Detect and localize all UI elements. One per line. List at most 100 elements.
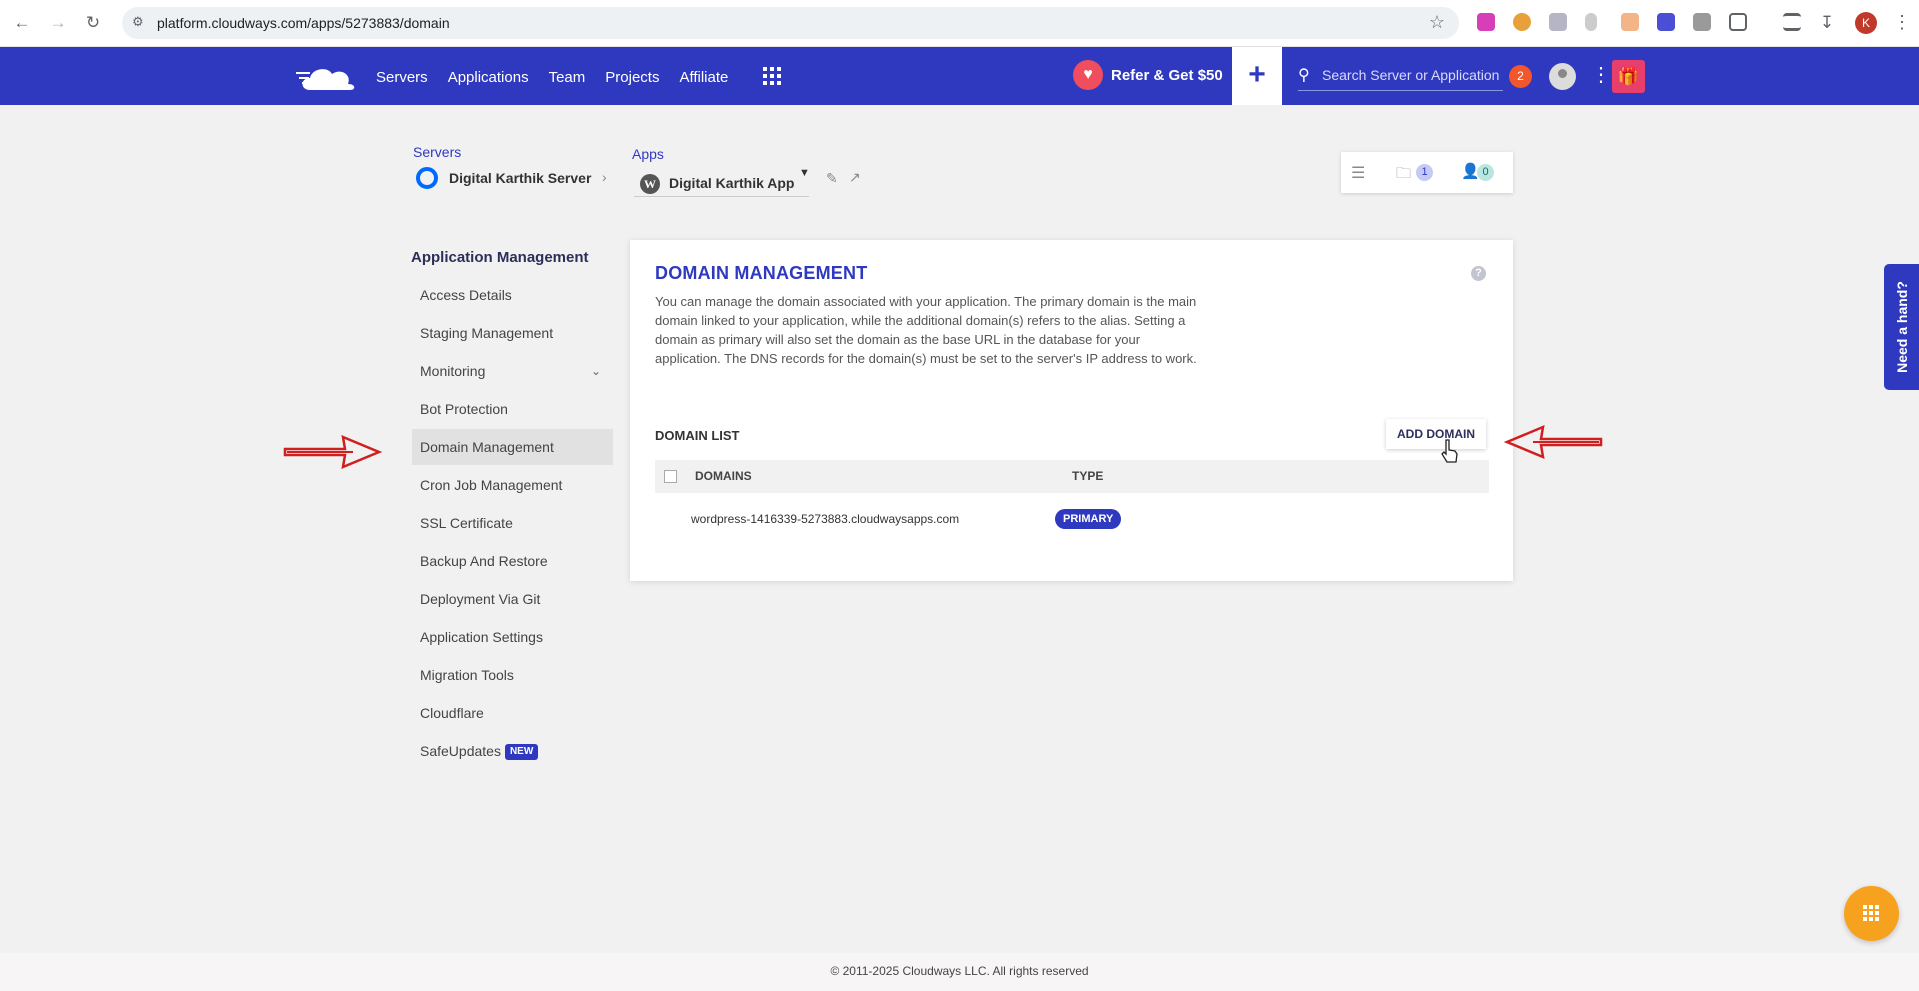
sidebar-item-cloudflare[interactable]: Cloudflare [412, 695, 613, 731]
browser-toolbar: ← → ↻ ⚙ platform.cloudways.com/apps/5273… [0, 0, 1919, 47]
sidebar-item-migration-tools[interactable]: Migration Tools [412, 657, 613, 693]
server-name[interactable]: Digital Karthik Server [449, 170, 591, 186]
nav-affiliate[interactable]: Affiliate [679, 69, 728, 86]
need-a-hand-label: Need a hand? [1893, 281, 1910, 373]
download-icon[interactable]: ↧ [1816, 12, 1838, 34]
sidebar-item-ssl-certificate[interactable]: SSL Certificate [412, 505, 613, 541]
table-header: DOMAINS TYPE [655, 460, 1489, 493]
app-name[interactable]: Digital Karthik App [669, 175, 795, 191]
sidebar-item-label: SafeUpdates [420, 743, 501, 759]
page-title: DOMAIN MANAGEMENT [655, 263, 868, 283]
extension-icon[interactable] [1513, 13, 1531, 31]
folder-icon[interactable]: 🗀 [1396, 163, 1411, 188]
sidebar-item-label: Domain Management [420, 439, 554, 455]
nav-projects[interactable]: Projects [605, 69, 659, 86]
page-description: You can manage the domain associated wit… [655, 294, 1197, 366]
sidebar-item-access-details[interactable]: Access Details [412, 277, 613, 313]
copyright-text: © 2011-2025 Cloudways LLC. All rights re… [830, 964, 1089, 978]
sidebar-item-application-settings[interactable]: Application Settings [412, 619, 613, 655]
column-domains: DOMAINS [695, 469, 752, 483]
sidebar-item-label: Access Details [420, 287, 512, 303]
edit-pencil-icon[interactable]: ✎ [826, 170, 838, 187]
bookmark-star-icon[interactable]: ☆ [1429, 12, 1445, 33]
extension-icon[interactable] [1657, 13, 1675, 31]
reload-icon[interactable]: ↻ [82, 12, 104, 34]
camera-icon[interactable] [1693, 13, 1711, 31]
nav-servers[interactable]: Servers [376, 69, 428, 86]
address-bar[interactable]: ⚙ platform.cloudways.com/apps/5273883/do… [122, 7, 1459, 39]
extension-icon[interactable] [1477, 13, 1495, 31]
domain-name: wordpress-1416339-5273883.cloudwaysapps.… [691, 512, 960, 526]
sidebar-item-monitoring[interactable]: Monitoring ⌄ [412, 353, 613, 389]
sidebar-item-staging-management[interactable]: Staging Management [412, 315, 613, 351]
apps-grid-icon[interactable] [763, 67, 781, 85]
primary-badge: PRIMARY [1055, 509, 1122, 529]
nav-team[interactable]: Team [549, 69, 586, 86]
sidebar-item-bot-protection[interactable]: Bot Protection [412, 391, 613, 427]
gift-icon[interactable]: 🎁 [1612, 60, 1645, 93]
search-input[interactable] [1322, 63, 1502, 87]
breadcrumb-servers-label[interactable]: Servers [413, 144, 461, 160]
breadcrumb-apps-label[interactable]: Apps [632, 146, 664, 162]
top-nav: Servers Applications Team Projects Affil… [376, 69, 728, 86]
browser-menu-icon[interactable]: ⋮ [1893, 12, 1911, 33]
extension-icon[interactable] [1549, 13, 1567, 31]
column-type: TYPE [1072, 469, 1104, 483]
hand-cursor-icon [1441, 439, 1458, 463]
sidebar-item-cron-job-management[interactable]: Cron Job Management [412, 467, 613, 503]
domain-list-title: DOMAIN LIST [655, 428, 740, 443]
add-new-button[interactable]: + [1232, 47, 1282, 105]
chevron-down-icon[interactable]: ⌄ [591, 353, 601, 389]
grid-icon [1863, 905, 1879, 921]
sidebar-item-label: Backup And Restore [420, 553, 548, 569]
sidebar-item-label: Migration Tools [420, 667, 514, 683]
chevron-right-icon: › [602, 169, 607, 185]
extensions-puzzle-icon[interactable] [1729, 13, 1747, 31]
add-domain-button[interactable]: ADD DOMAIN [1386, 419, 1486, 449]
select-all-checkbox[interactable] [664, 470, 677, 483]
back-icon[interactable]: ← [11, 12, 33, 34]
cloudways-logo[interactable] [296, 60, 358, 94]
site-info-icon[interactable]: ⚙ [132, 14, 148, 30]
digitalocean-icon [416, 167, 438, 189]
sidebar-title: Application Management [411, 249, 589, 266]
wordpress-icon: W [640, 174, 660, 194]
divider [634, 196, 809, 197]
media-control-icon[interactable] [1783, 13, 1801, 31]
user-avatar[interactable] [1549, 63, 1576, 90]
sidebar-item-label: Cloudflare [420, 705, 484, 721]
app-header: Servers Applications Team Projects Affil… [0, 47, 1919, 105]
table-row[interactable]: wordpress-1416339-5273883.cloudwaysapps.… [655, 500, 1489, 538]
quick-actions-fab[interactable] [1844, 886, 1899, 941]
url-text: platform.cloudways.com/apps/5273883/doma… [157, 15, 450, 31]
members-count: 0 [1477, 164, 1494, 181]
search-icon: ⚲ [1298, 67, 1310, 84]
sidebar-item-label: SSL Certificate [420, 515, 513, 531]
sidebar-item-domain-management[interactable]: Domain Management [412, 429, 613, 465]
open-external-icon[interactable]: ↗ [849, 169, 861, 186]
sidebar-item-label: Cron Job Management [420, 477, 563, 493]
sidebar-item-label: Monitoring [420, 363, 486, 379]
sidebar-item-label: Application Settings [420, 629, 543, 645]
heart-icon: ♥ [1073, 60, 1103, 90]
search-box: ⚲ [1298, 63, 1503, 91]
need-a-hand-tab[interactable]: Need a hand? [1884, 264, 1919, 390]
sidebar-item-label: Staging Management [420, 325, 554, 341]
notification-badge[interactable]: 2 [1509, 65, 1532, 88]
sidebar-item-deployment-via-git[interactable]: Deployment Via Git [412, 581, 613, 617]
forward-icon[interactable]: → [47, 12, 69, 34]
extension-icon[interactable] [1621, 13, 1639, 31]
help-icon[interactable]: ? [1471, 266, 1486, 281]
extension-icon[interactable] [1585, 13, 1597, 31]
browser-profile-avatar[interactable]: K [1855, 12, 1877, 34]
refer-button[interactable]: ♥ Refer & Get $50 [1073, 60, 1223, 90]
more-menu-icon[interactable]: ⋮ [1591, 62, 1611, 87]
sidebar-item-backup-and-restore[interactable]: Backup And Restore [412, 543, 613, 579]
domain-management-card: DOMAIN MANAGEMENT ? You can manage the d… [630, 240, 1513, 581]
sidebar-item-label: Bot Protection [420, 401, 508, 417]
sidebar-item-safeupdates[interactable]: SafeUpdates NEW [412, 733, 613, 769]
list-icon[interactable]: ☰ [1351, 163, 1365, 183]
sidebar-item-label: Deployment Via Git [420, 591, 541, 607]
nav-applications[interactable]: Applications [448, 69, 529, 86]
app-dropdown-icon[interactable]: ▼ [799, 167, 810, 179]
